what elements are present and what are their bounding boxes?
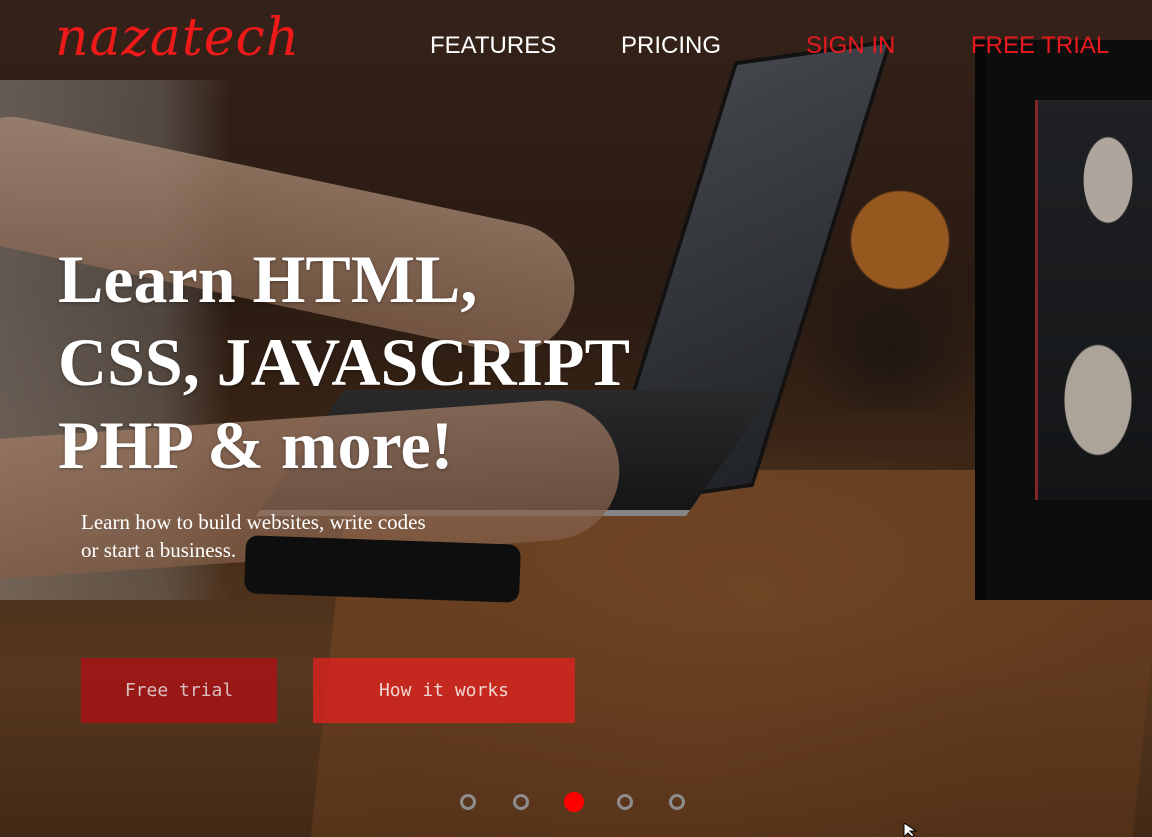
hero-headline: Learn HTML, CSS, JAVASCRIPT PHP & more! [58,238,698,487]
carousel-dot-3[interactable] [564,792,584,812]
mouse-pointer-icon [903,823,918,837]
hero-headline-line-3: PHP & more! [58,407,454,483]
nav-link-pricing[interactable]: PRICING [621,32,721,60]
carousel-indicators [460,792,700,818]
nav-link-features[interactable]: FEATURES [430,32,556,60]
nav-link-sign-in[interactable]: SIGN IN [806,32,895,60]
carousel-dot-5[interactable] [669,794,685,810]
hero-headline-line-1: Learn HTML, [58,241,478,317]
how-it-works-button[interactable]: How it works [313,658,575,723]
carousel-dot-4[interactable] [617,794,633,810]
carousel-dot-1[interactable] [460,794,476,810]
brand-logo[interactable]: nazatech [55,8,300,68]
hero-subtext: Learn how to build websites, write codes… [81,510,426,562]
free-trial-button[interactable]: Free trial [81,658,277,723]
top-navigation: nazatech FEATURES PRICING SIGN IN FREE T… [0,0,1152,90]
nav-link-free-trial[interactable]: FREE TRIAL [971,32,1109,60]
carousel-dot-2[interactable] [513,794,529,810]
hero-headline-line-2: CSS, JAVASCRIPT [58,324,630,400]
